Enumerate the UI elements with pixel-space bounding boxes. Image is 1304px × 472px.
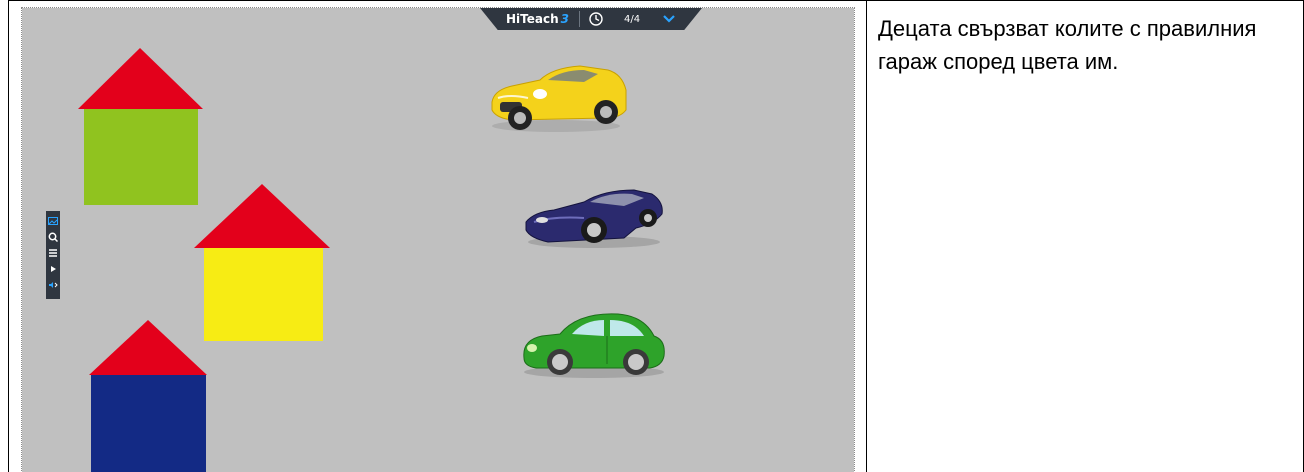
- menu-icon[interactable]: [47, 245, 59, 261]
- blue-house-wall: [91, 375, 206, 472]
- hiteach-logo: HiTeach 3: [506, 12, 569, 26]
- green-house-roof: [78, 48, 203, 109]
- image-icon[interactable]: [47, 213, 59, 229]
- yellow-car[interactable]: [491, 65, 627, 132]
- task-description: Децата свързват колите с правилния гараж…: [878, 16, 1257, 74]
- clock-icon[interactable]: [588, 11, 604, 27]
- page-counter: 4/4: [624, 13, 641, 25]
- search-icon[interactable]: [47, 229, 59, 245]
- yellow-house-roof: [194, 184, 330, 248]
- volume-icon[interactable]: [47, 277, 59, 293]
- green-house-wall: [84, 109, 198, 205]
- yellow-house[interactable]: [194, 184, 330, 341]
- green-house[interactable]: [78, 48, 203, 205]
- navy-car[interactable]: [525, 189, 663, 248]
- houses-layer: [78, 48, 665, 472]
- green-car[interactable]: [523, 313, 665, 378]
- left-toolbar: [46, 211, 60, 299]
- yellow-house-wall: [204, 248, 323, 341]
- bar-separator: [579, 11, 580, 27]
- table-divider: [866, 0, 867, 472]
- hiteach-top-bar: HiTeach 3 4/4: [480, 8, 702, 30]
- slide-canvas[interactable]: HiTeach3 4/4 Hi: [21, 7, 855, 472]
- chevron-down-icon[interactable]: [662, 12, 676, 26]
- blue-house-roof: [89, 320, 207, 375]
- play-icon[interactable]: [47, 261, 59, 277]
- blue-house[interactable]: [89, 320, 207, 472]
